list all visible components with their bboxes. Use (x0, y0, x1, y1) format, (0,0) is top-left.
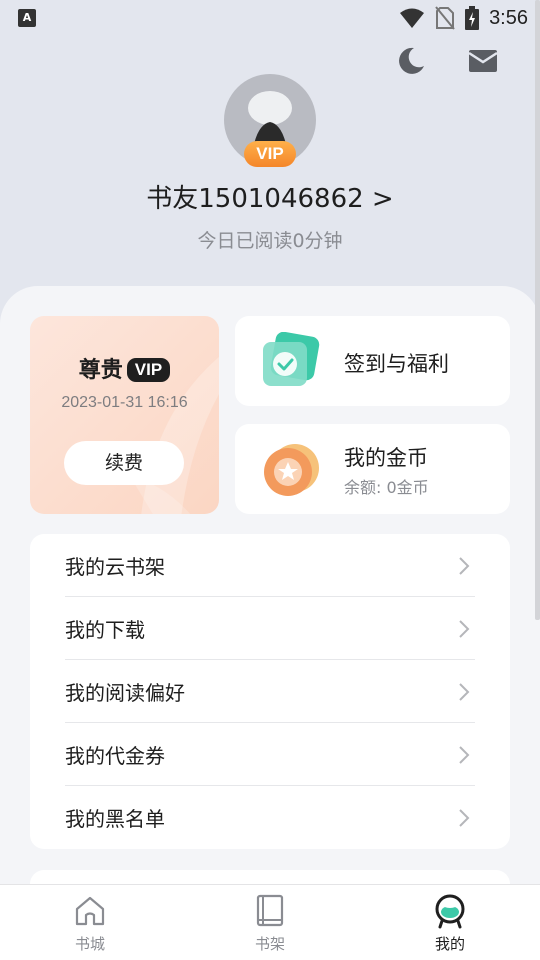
coins-tile[interactable]: 我的金币 余额: 0金币 (235, 424, 510, 514)
app-notification-icon: A (18, 9, 36, 27)
vip-expiry-date: 2023-01-31 16:16 (61, 394, 188, 411)
vip-badge: VIP (244, 141, 296, 167)
moon-icon[interactable] (394, 44, 428, 78)
menu-item-reading-preferences[interactable]: 我的阅读偏好 (65, 660, 475, 723)
bookshelf-icon (256, 894, 284, 927)
vip-title-text: 尊贵 (78, 358, 123, 383)
menu-item-label: 我的下载 (65, 618, 145, 642)
menu-item-cloud-shelf[interactable]: 我的云书架 (65, 534, 475, 597)
nav-label: 我的 (434, 935, 465, 953)
menu-item-blacklist[interactable]: 我的黑名单 (65, 786, 475, 849)
menu-list: 我的云书架 我的下载 我的阅读偏好 我的代金券 我的黑名单 (30, 534, 510, 849)
menu-item-vouchers[interactable]: 我的代金券 (65, 723, 475, 786)
status-bar: A 3:56 (0, 0, 540, 36)
nav-tab-bookshelf[interactable]: 书架 (210, 885, 330, 960)
battery-icon (465, 6, 480, 30)
vip-card[interactable]: 尊贵 VIP 2023-01-31 16:16 续费 (30, 316, 219, 514)
coin-icon (264, 444, 319, 496)
mail-icon[interactable] (466, 44, 500, 78)
scrollbar[interactable] (535, 0, 540, 620)
nav-tab-store[interactable]: 书城 (30, 885, 150, 960)
nav-tab-profile[interactable]: 我的 (390, 885, 510, 960)
menu-item-label: 我的黑名单 (65, 807, 165, 831)
vip-title: 尊贵 VIP (30, 352, 219, 384)
nav-label: 书城 (74, 935, 105, 953)
menu-item-label: 我的云书架 (65, 555, 165, 579)
chevron-right-icon (459, 557, 470, 575)
chevron-right-icon (459, 809, 470, 827)
username[interactable]: 书友1501046862 > (0, 178, 540, 215)
coins-balance: 余额: 0金币 (344, 478, 429, 497)
checkin-tile[interactable]: 签到与福利 (235, 316, 510, 406)
vip-tag: VIP (126, 358, 171, 382)
checkin-icon (263, 332, 320, 386)
menu-item-label: 我的阅读偏好 (65, 681, 185, 705)
profile-icon (435, 894, 465, 929)
nav-label: 书架 (254, 935, 285, 953)
store-icon (75, 896, 105, 926)
menu-item-downloads[interactable]: 我的下载 (65, 597, 475, 660)
chevron-right-icon (459, 683, 470, 701)
wifi-icon (400, 8, 425, 28)
chevron-right-icon (459, 746, 470, 764)
bottom-nav: 书城 书架 我的 (0, 884, 540, 960)
no-sim-icon (435, 6, 455, 30)
chevron-right-icon (459, 620, 470, 638)
status-icons: 3:56 (399, 4, 528, 32)
coins-title: 我的金币 (344, 446, 428, 470)
menu-item-label: 我的代金券 (65, 744, 165, 768)
clock: 3:56 (489, 6, 528, 29)
checkin-title: 签到与福利 (344, 352, 449, 376)
renew-button[interactable]: 续费 (64, 441, 184, 485)
reading-time-today: 今日已阅读0分钟 (197, 230, 343, 252)
